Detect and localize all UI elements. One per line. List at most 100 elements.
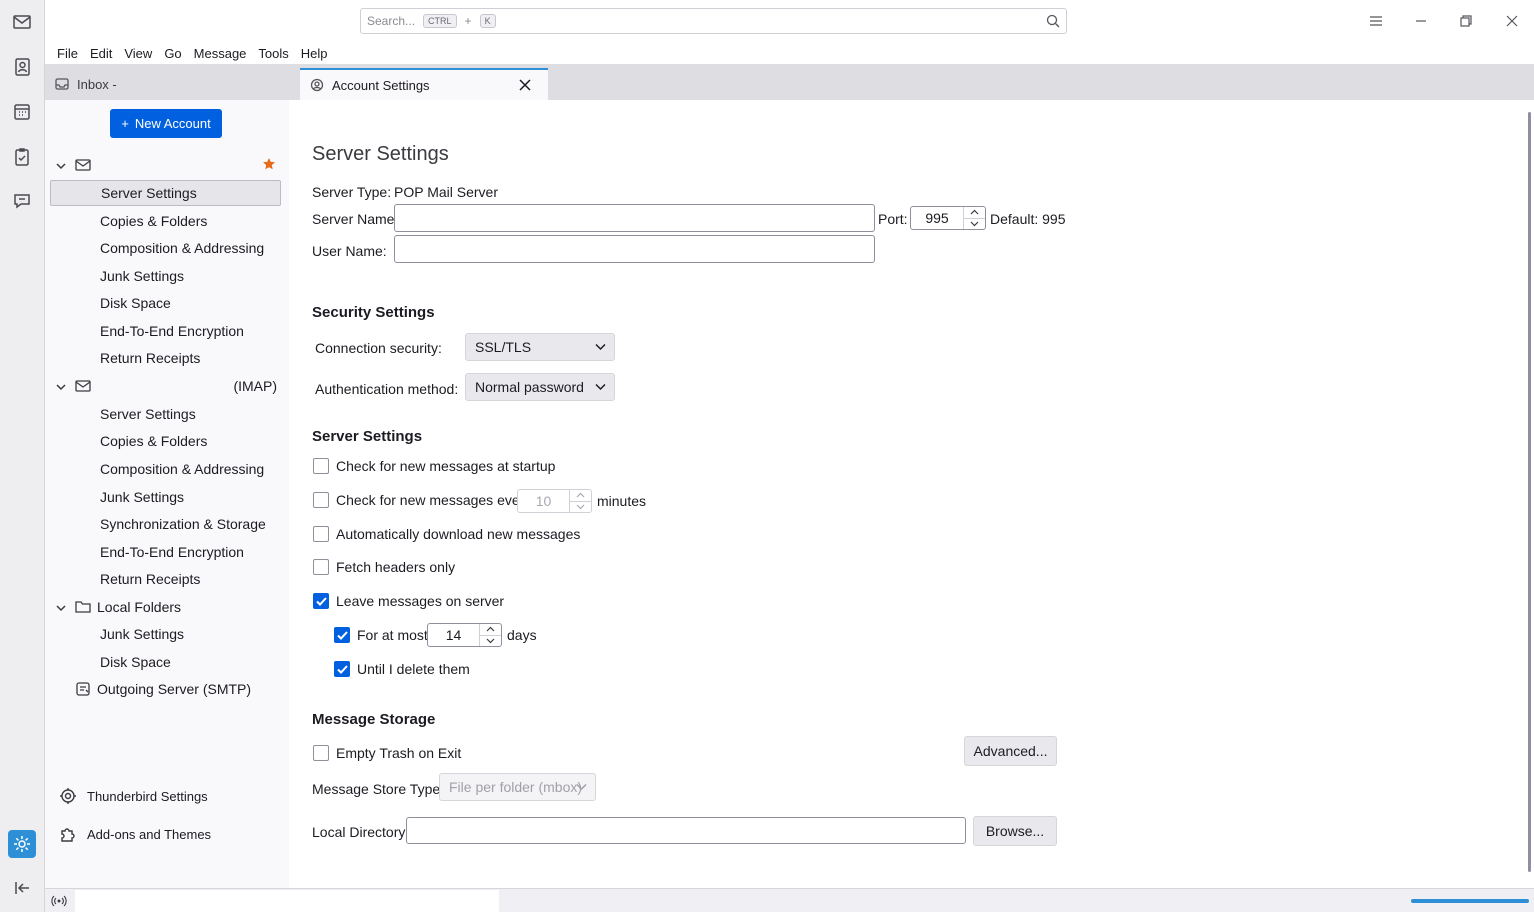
search-input[interactable]: Search... CTRL + K: [360, 8, 1067, 34]
tasks-icon[interactable]: [8, 143, 36, 171]
menu-go[interactable]: Go: [158, 46, 187, 61]
sidebar-item-e2e[interactable]: End-To-End Encryption: [50, 318, 281, 344]
account-2[interactable]: (IMAP): [50, 373, 281, 399]
online-status-icon[interactable]: [51, 893, 67, 909]
for-at-most-checkbox[interactable]: For at most: [334, 627, 428, 643]
mail-account-icon: [75, 378, 91, 394]
chevron-down-icon[interactable]: [480, 634, 501, 647]
local-folders[interactable]: Local Folders: [50, 594, 281, 620]
leave-messages-checkbox[interactable]: Leave messages on server: [313, 593, 504, 609]
address-book-icon[interactable]: [8, 53, 36, 81]
menu-message[interactable]: Message: [188, 46, 253, 61]
tab-account-settings[interactable]: Account Settings: [300, 68, 548, 100]
sidebar-item-composition[interactable]: Composition & Addressing: [50, 456, 281, 482]
check-interval-stepper[interactable]: 10: [517, 489, 592, 513]
settings-icon[interactable]: [8, 830, 36, 858]
sidebar-item-server-settings[interactable]: Server Settings: [50, 180, 281, 206]
mail-icon[interactable]: [8, 8, 36, 36]
search-placeholder: Search...: [367, 14, 416, 28]
checkbox-box[interactable]: [313, 526, 329, 542]
account-type-label: (IMAP): [233, 378, 277, 394]
check-every-checkbox[interactable]: Check for new messages every: [313, 492, 531, 508]
chevron-down-icon[interactable]: [964, 217, 985, 230]
collapse-icon[interactable]: [8, 874, 36, 902]
tab-account-settings-label: Account Settings: [332, 77, 430, 93]
sidebar-item-junk[interactable]: Junk Settings: [50, 484, 281, 510]
menu-file[interactable]: File: [51, 46, 84, 61]
sidebar-item-junk[interactable]: Junk Settings: [50, 263, 281, 289]
checkbox-box[interactable]: [313, 559, 329, 575]
chevron-up-icon[interactable]: [570, 490, 591, 501]
advanced-button[interactable]: Advanced...: [964, 736, 1057, 766]
checkbox-box[interactable]: [334, 627, 350, 643]
auto-download-checkbox[interactable]: Automatically download new messages: [313, 526, 580, 542]
sidebar-item-label: Server Settings: [101, 185, 197, 201]
menu-edit[interactable]: Edit: [84, 46, 118, 61]
empty-trash-checkbox[interactable]: Empty Trash on Exit: [313, 745, 461, 761]
checkbox-box[interactable]: [334, 661, 350, 677]
new-account-button[interactable]: + New Account: [110, 109, 222, 138]
chevron-up-icon[interactable]: [480, 624, 501, 635]
close-window-icon[interactable]: [1501, 10, 1523, 32]
store-type-select[interactable]: File per folder (mbox): [439, 773, 596, 801]
days-stepper[interactable]: 14: [427, 623, 502, 647]
checkbox-box[interactable]: [313, 745, 329, 761]
chevron-down-icon[interactable]: [570, 500, 591, 513]
sidebar-item-composition[interactable]: Composition & Addressing: [50, 235, 281, 261]
chevron-down-icon[interactable]: [55, 159, 67, 171]
chevron-down-icon[interactable]: [55, 380, 67, 392]
sidebar-item-server-settings[interactable]: Server Settings: [50, 401, 281, 427]
sidebar-item-sync-storage[interactable]: Synchronization & Storage: [50, 511, 281, 537]
minimize-icon[interactable]: [1410, 10, 1432, 32]
server-name-field[interactable]: [394, 204, 875, 232]
until-delete-checkbox[interactable]: Until I delete them: [334, 661, 470, 677]
empty-trash-label: Empty Trash on Exit: [336, 745, 462, 761]
chevron-down-icon[interactable]: [55, 601, 67, 613]
sidebar-item-disk-space[interactable]: Disk Space: [50, 290, 281, 316]
user-name-field[interactable]: [394, 235, 875, 263]
leave-messages-label: Leave messages on server: [336, 593, 505, 609]
checkbox-box[interactable]: [313, 458, 329, 474]
sidebar-item-return-receipts[interactable]: Return Receipts: [50, 345, 281, 371]
menu-view[interactable]: View: [118, 46, 158, 61]
menu-tools[interactable]: Tools: [252, 46, 294, 61]
tab-inbox[interactable]: Inbox -: [45, 68, 300, 100]
account-settings-pane: Server Settings Server Type: POP Mail Se…: [289, 100, 1529, 888]
connection-security-select[interactable]: SSL/TLS: [465, 333, 615, 361]
close-tab-icon[interactable]: [518, 78, 532, 92]
check-startup-checkbox[interactable]: Check for new messages at startup: [313, 458, 555, 474]
sidebar-item-copies-folders[interactable]: Copies & Folders: [50, 208, 281, 234]
thunderbird-settings-link[interactable]: Thunderbird Settings: [59, 787, 208, 805]
scrollbar[interactable]: [1528, 112, 1531, 872]
check-every-label: Check for new messages every: [336, 492, 532, 508]
sidebar-item-copies-folders[interactable]: Copies & Folders: [50, 428, 281, 454]
browse-button[interactable]: Browse...: [973, 816, 1057, 846]
local-directory-field[interactable]: [406, 817, 966, 844]
sidebar-item-e2e[interactable]: End-To-End Encryption: [50, 539, 281, 565]
store-type-label: Message Store Type:: [312, 781, 445, 797]
sidebar-item-disk-space[interactable]: Disk Space: [50, 649, 281, 675]
sidebar-item-label: Junk Settings: [100, 268, 185, 284]
chevron-up-icon[interactable]: [964, 207, 985, 218]
fetch-headers-checkbox[interactable]: Fetch headers only: [313, 559, 455, 575]
port-stepper[interactable]: 995: [910, 206, 986, 230]
chat-icon[interactable]: [8, 187, 36, 215]
server-type-value: POP Mail Server: [394, 184, 498, 200]
checkbox-box[interactable]: [313, 492, 329, 508]
sidebar-item-outgoing-server[interactable]: Outgoing Server (SMTP): [50, 676, 281, 702]
auth-method-label: Authentication method:: [315, 381, 459, 397]
restore-icon[interactable]: [1455, 10, 1477, 32]
account-1[interactable]: [50, 152, 281, 178]
sidebar-item-return-receipts[interactable]: Return Receipts: [50, 566, 281, 592]
sidebar-item-junk[interactable]: Junk Settings: [50, 621, 281, 647]
app-menu-icon[interactable]: [1365, 10, 1387, 32]
auth-method-select[interactable]: Normal password: [465, 373, 615, 401]
puzzle-icon: [61, 828, 75, 842]
menu-help[interactable]: Help: [295, 46, 334, 61]
search-icon[interactable]: [1046, 14, 1060, 28]
addons-themes-link[interactable]: Add-ons and Themes: [59, 825, 211, 843]
title-bar: Search... CTRL + K: [45, 0, 1534, 43]
calendar-icon[interactable]: [8, 98, 36, 126]
checkbox-box[interactable]: [313, 593, 329, 609]
chevron-down-icon: [576, 783, 587, 791]
